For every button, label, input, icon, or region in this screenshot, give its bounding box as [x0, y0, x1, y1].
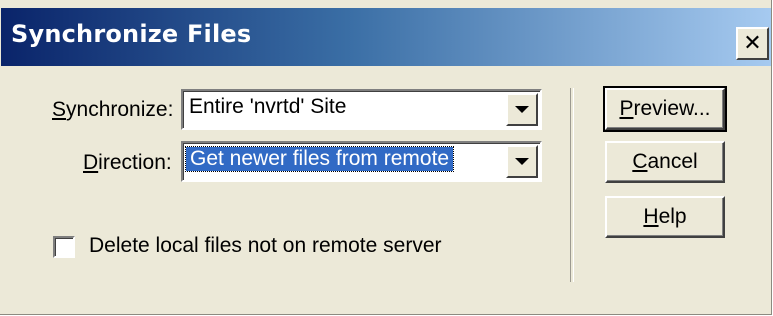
direction-select[interactable]: Get newer files from remote: [181, 141, 542, 182]
direction-dropdown-button[interactable]: [506, 145, 538, 178]
preview-accel: P: [619, 97, 634, 120]
help-button[interactable]: Help: [605, 196, 725, 238]
cancel-button[interactable]: Cancel: [605, 141, 725, 183]
synchronize-select[interactable]: Entire 'nvrtd' Site: [181, 89, 542, 130]
synchronize-label: Synchronize:: [52, 98, 173, 122]
help-accel: H: [643, 205, 659, 228]
direction-label-rest: irection:: [98, 151, 172, 174]
synchronize-label-rest: ynchronize:: [66, 98, 174, 121]
help-rest: elp: [658, 205, 687, 228]
preview-button[interactable]: Preview...: [603, 86, 727, 132]
delete-local-files-checkbox[interactable]: [53, 236, 75, 258]
vertical-separator: [570, 88, 574, 282]
direction-label-accel: D: [83, 151, 99, 174]
cancel-rest: ancel: [647, 150, 698, 173]
cancel-accel: C: [632, 150, 648, 173]
direction-select-value: Get newer files from remote: [184, 146, 455, 172]
direction-label: Direction:: [83, 151, 172, 175]
delete-local-files-label[interactable]: Delete local files not on remote server: [89, 234, 442, 258]
close-icon: ✕: [743, 30, 762, 56]
synchronize-label-accel: S: [52, 98, 67, 121]
preview-rest: review...: [633, 97, 711, 120]
title-bar[interactable]: Synchronize Files ✕: [1, 8, 771, 66]
chevron-down-icon: [515, 158, 529, 165]
chevron-down-icon: [515, 106, 529, 113]
dialog-title: Synchronize Files: [11, 20, 252, 48]
synchronize-files-dialog: Synchronize Files ✕ Synchronize: Entire …: [0, 0, 772, 315]
close-button[interactable]: ✕: [736, 27, 769, 60]
synchronize-dropdown-button[interactable]: [506, 93, 538, 126]
synchronize-select-value: Entire 'nvrtd' Site: [189, 95, 347, 118]
